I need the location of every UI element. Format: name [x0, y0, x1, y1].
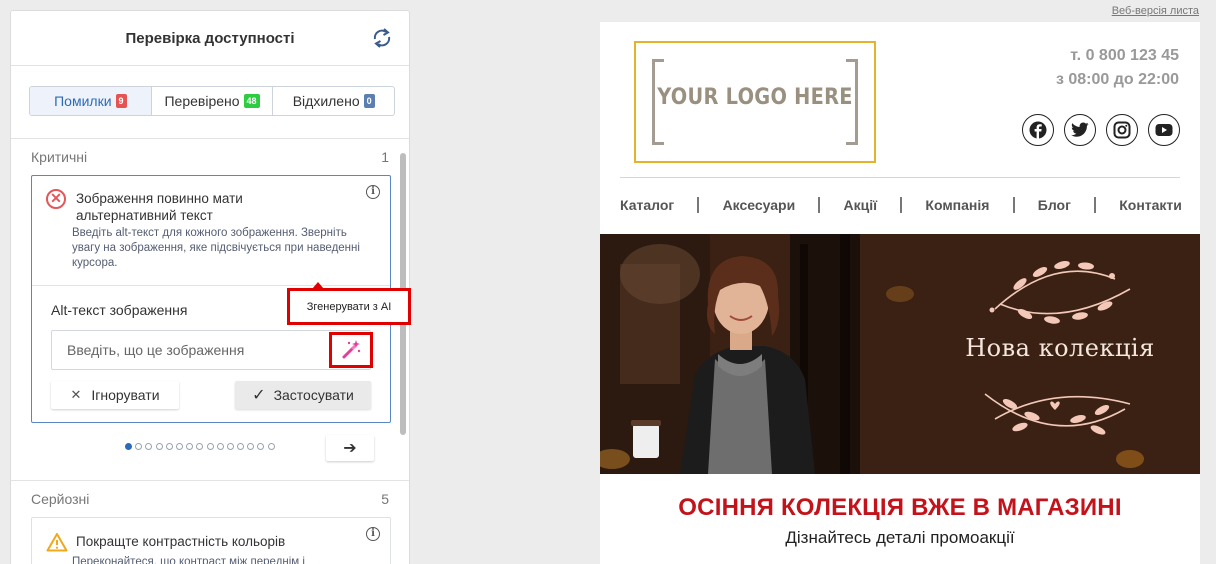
tab-label: Відхилено [292, 93, 360, 109]
pagination-dot[interactable] [165, 443, 173, 450]
pagination-dot[interactable] [175, 443, 183, 450]
tab-label: Перевірено [164, 93, 240, 109]
apply-label: Застосувати [273, 387, 354, 403]
pagination-dot[interactable] [125, 443, 132, 450]
pagination-dot[interactable] [196, 443, 204, 450]
logo-placeholder[interactable]: YOUR LOGO HERE [634, 41, 876, 163]
menu-item-contacts[interactable]: Контакти [1119, 197, 1182, 213]
apply-button[interactable]: ✓ Застосувати [235, 381, 371, 409]
warning-title: Покращте контрастність кольорів [76, 534, 286, 549]
pagination-dot[interactable] [145, 443, 153, 450]
status-tabs: Помилки 9 Перевірено 48 Відхилено 0 [29, 86, 395, 116]
menu-item-promotions[interactable]: Акції [844, 197, 878, 213]
email-menu: Каталог Аксесуари Акції Компанія Блог Ко… [620, 197, 1182, 213]
next-issue-button[interactable]: ➔ [326, 435, 374, 461]
menu-separator [818, 197, 821, 213]
menu-item-company[interactable]: Компанія [925, 197, 989, 213]
pagination-dot[interactable] [135, 443, 143, 450]
pagination-dots [125, 443, 275, 450]
facebook-icon[interactable] [1022, 114, 1054, 146]
youtube-icon[interactable] [1148, 114, 1180, 146]
alt-text-input[interactable] [52, 331, 332, 369]
tab-label: Помилки [54, 93, 112, 109]
pagination-dot[interactable] [155, 443, 163, 450]
checkmark-icon: ✓ [252, 387, 266, 404]
menu-separator [900, 197, 903, 213]
phone-number: т. 0 800 123 45 [1070, 47, 1179, 64]
panel-title: Перевірка доступності [125, 30, 295, 47]
section-critical-label: Критичні [31, 149, 88, 165]
divider [11, 480, 409, 481]
tab-errors[interactable]: Помилки 9 [30, 87, 152, 115]
section-critical: Критичні 1 [31, 149, 389, 165]
generate-ai-button[interactable] [329, 332, 373, 368]
section-serious-count: 5 [381, 491, 389, 507]
email-subline: Дізнайтесь деталі промоакції [785, 528, 1015, 547]
tab-checked[interactable]: Перевірено 48 [152, 87, 274, 115]
menu-item-catalog[interactable]: Каталог [620, 197, 674, 213]
working-hours: з 08:00 до 22:00 [1055, 71, 1179, 88]
arrow-right-icon: ➔ [343, 440, 357, 457]
twitter-icon[interactable] [1064, 114, 1096, 146]
pagination-dot[interactable] [226, 443, 234, 450]
checked-count-badge: 48 [243, 94, 260, 108]
magic-wand-icon [342, 340, 361, 359]
social-links [1022, 114, 1180, 146]
menu-separator [697, 197, 700, 213]
pagination-dot[interactable] [216, 443, 224, 450]
menu-divider [620, 177, 1180, 178]
alt-text-field [51, 330, 373, 370]
pagination-dot[interactable] [257, 443, 265, 450]
pagination-dot[interactable] [237, 443, 245, 450]
info-icon[interactable]: i [366, 527, 380, 541]
email-preview: YOUR LOGO HERE т. 0 800 123 45 з 08:00 д… [600, 22, 1200, 564]
refresh-icon[interactable] [371, 28, 393, 48]
section-serious-label: Серйозні [31, 491, 90, 507]
contact-info: т. 0 800 123 45 з 08:00 до 22:00 [1056, 44, 1179, 92]
menu-item-blog[interactable]: Блог [1038, 197, 1071, 213]
pagination-dot[interactable] [247, 443, 255, 450]
close-icon: ✕ [70, 387, 82, 402]
warning-icon [46, 533, 68, 552]
generate-ai-tooltip: Згенерувати з AI [287, 288, 411, 325]
accessibility-panel: Перевірка доступності Помилки 9 Перевіре… [10, 10, 410, 564]
tab-rejected[interactable]: Відхилено 0 [273, 87, 394, 115]
logo-text: YOUR LOGO HERE [657, 85, 853, 110]
pagination-dot[interactable] [267, 443, 275, 450]
tooltip-arrow [312, 282, 324, 289]
menu-separator [1094, 197, 1097, 213]
issue-card-contrast[interactable]: Покращте контрастність кольорів Перекона… [31, 517, 391, 564]
hero-banner-image[interactable]: Нова колекція [600, 234, 1200, 474]
issue-description: Введіть alt-текст для кожного зображення… [72, 227, 360, 269]
instagram-icon[interactable] [1106, 114, 1138, 146]
warning-description: Переконайтеся, що контраст між переднім … [72, 556, 305, 564]
rejected-count-badge: 0 [363, 94, 375, 108]
errors-count-badge: 9 [115, 94, 127, 108]
ignore-button[interactable]: ✕ Ігнорувати [51, 381, 179, 409]
issue-summary: ✕ Зображення повинно мати альтернативний… [32, 176, 390, 286]
panel-header: Перевірка доступності [11, 11, 409, 66]
alt-text-label: Alt-текст зображення [51, 302, 188, 318]
pagination-dot[interactable] [206, 443, 214, 450]
divider [11, 138, 409, 139]
banner-title: Нова колекція [965, 334, 1155, 362]
section-critical-count: 1 [381, 149, 389, 165]
menu-separator [1012, 197, 1015, 213]
issue-title: Зображення повинно мати альтернативний т… [76, 191, 243, 223]
error-icon: ✕ [46, 189, 66, 209]
web-version-link[interactable]: Веб-версія листа [1112, 5, 1199, 17]
pagination-dot[interactable] [186, 443, 194, 450]
info-icon[interactable]: i [366, 185, 380, 199]
email-headline: ОСІННЯ КОЛЕКЦІЯ ВЖЕ В МАГАЗИНІ [678, 494, 1122, 521]
section-serious: Серйозні 5 [31, 491, 389, 507]
ignore-label: Ігнорувати [91, 387, 160, 403]
menu-item-accessories[interactable]: Аксесуари [723, 197, 796, 213]
